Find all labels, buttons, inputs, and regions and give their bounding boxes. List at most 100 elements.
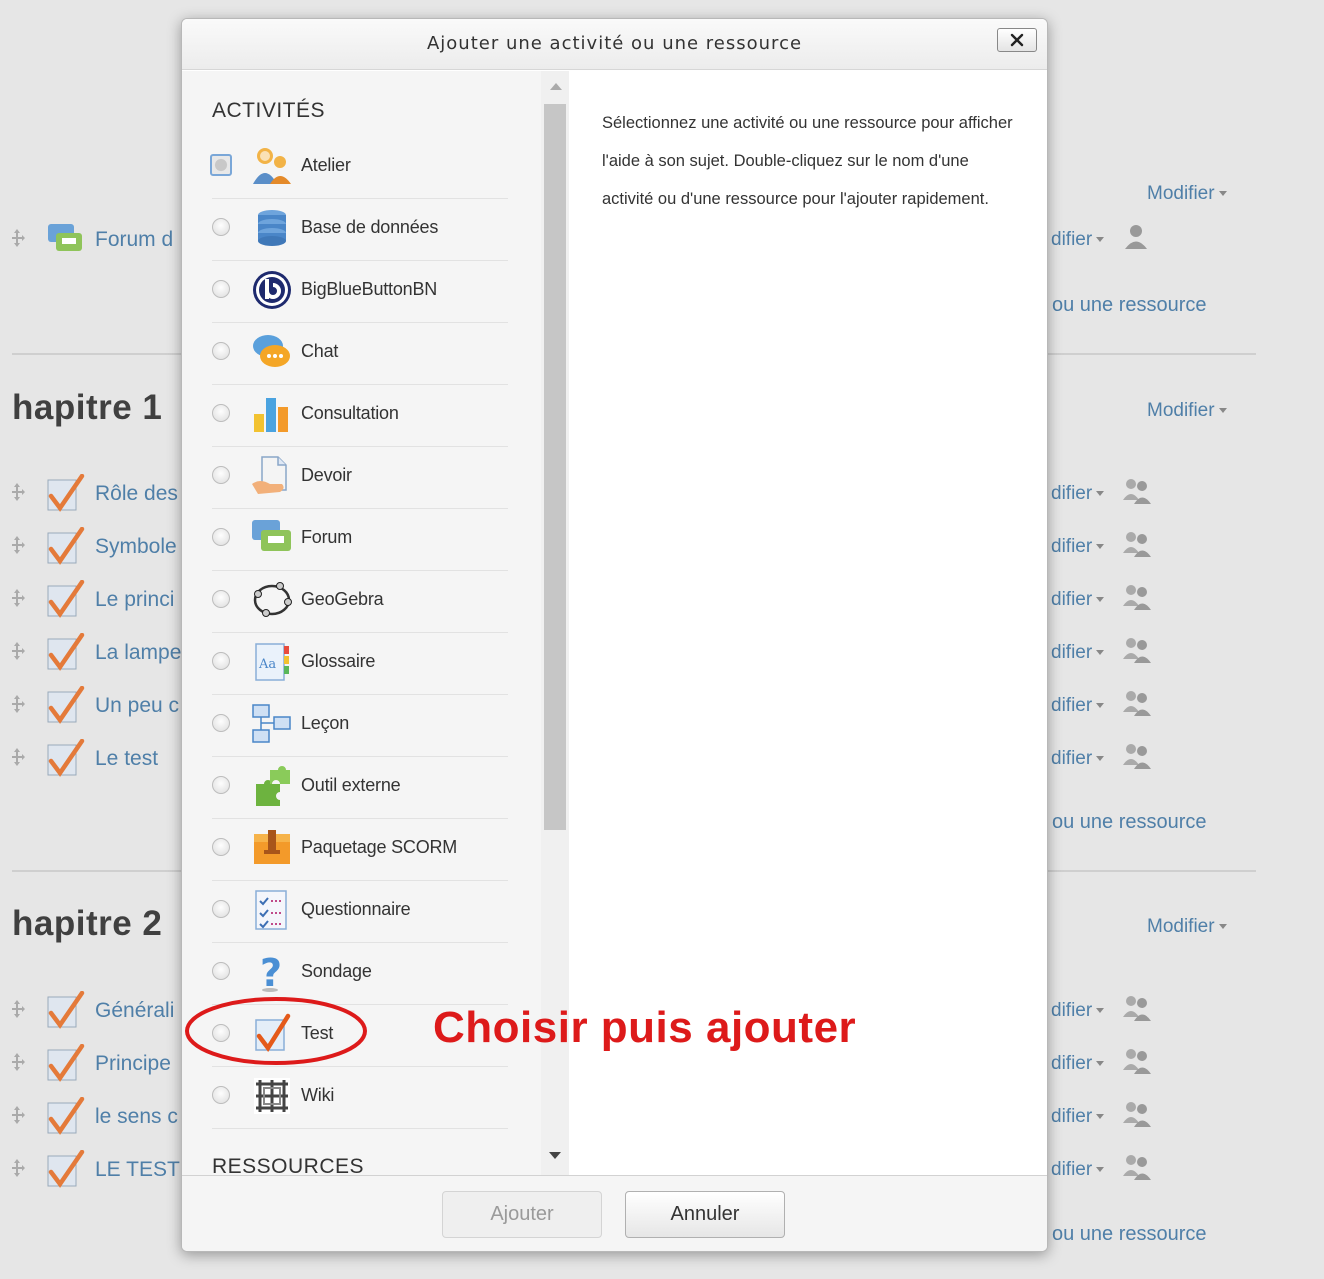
activity-link[interactable]: Le princi [95, 588, 174, 612]
user-icon[interactable] [1122, 222, 1152, 252]
move-icon[interactable] [12, 1105, 26, 1125]
add-resource-link-0[interactable]: ou une ressource [1052, 294, 1207, 317]
activity-radio[interactable] [210, 154, 232, 176]
checkmark-icon [46, 1149, 86, 1190]
chart-icon [250, 392, 294, 436]
bigbluebutton-icon [250, 268, 294, 312]
activity-link[interactable]: Symbole [95, 535, 177, 559]
cancel-button[interactable]: Annuler [625, 1191, 785, 1238]
activity-option[interactable]: Base de données [212, 199, 508, 261]
activity-link[interactable]: Générali [95, 999, 174, 1023]
dialog-title: Ajouter une activité ou une ressource [426, 33, 803, 54]
scroll-thumb[interactable] [544, 104, 566, 830]
modifier-partial[interactable]: difier [1051, 589, 1105, 611]
checkmark-icon [46, 632, 86, 673]
activity-link[interactable]: Rôle des [95, 482, 178, 506]
modifier-partial[interactable]: difier [1051, 483, 1105, 505]
activity-radio[interactable] [212, 838, 230, 856]
activity-radio[interactable] [212, 652, 230, 670]
modifier-partial[interactable]: difier [1051, 1159, 1105, 1181]
group-mode-icon[interactable] [1122, 476, 1152, 506]
activity-link[interactable]: La lampe [95, 641, 181, 665]
activity-option[interactable]: Forum [212, 509, 508, 571]
move-icon[interactable] [12, 694, 26, 714]
activity-link[interactable]: le sens c [95, 1105, 178, 1129]
activity-option[interactable]: Devoir [212, 447, 508, 509]
move-icon[interactable] [12, 747, 26, 767]
group-mode-icon[interactable] [1122, 993, 1152, 1023]
glossary-icon: Aa [250, 640, 294, 684]
group-mode-icon[interactable] [1122, 1099, 1152, 1129]
modifier-menu-ch2[interactable]: Modifier [1147, 916, 1227, 938]
modifier-partial[interactable]: difier [1051, 642, 1105, 664]
activity-radio[interactable] [212, 404, 230, 422]
group-mode-icon[interactable] [1122, 741, 1152, 771]
activity-link[interactable]: LE TEST [95, 1158, 180, 1182]
add-resource-link-2[interactable]: ou une ressource [1052, 1223, 1207, 1246]
activity-link[interactable]: Principe [95, 1052, 171, 1076]
modifier-menu-intro[interactable]: Modifier [1147, 183, 1227, 205]
group-mode-icon[interactable] [1122, 582, 1152, 612]
scroll-up-arrow[interactable] [550, 83, 562, 90]
modifier-partial[interactable]: difier [1051, 695, 1105, 717]
activity-radio[interactable] [212, 1086, 230, 1104]
activity-radio[interactable] [212, 342, 230, 360]
group-mode-icon[interactable] [1122, 688, 1152, 718]
intro-activity-link[interactable]: Forum d [95, 228, 173, 252]
activity-radio[interactable] [212, 280, 230, 298]
move-icon[interactable] [12, 1158, 26, 1178]
activity-radio[interactable] [212, 962, 230, 980]
activity-option[interactable]: GeoGebra [212, 571, 508, 633]
activity-radio[interactable] [212, 218, 230, 236]
modifier-partial[interactable]: difier [1051, 536, 1105, 558]
scroll-down-arrow[interactable] [549, 1152, 561, 1159]
help-text: Sélectionnez une activité ou une ressour… [602, 114, 1013, 208]
move-icon[interactable] [12, 1052, 26, 1072]
move-icon[interactable] [12, 999, 26, 1019]
activity-radio[interactable] [212, 466, 230, 484]
activity-option[interactable]: Consultation [212, 385, 508, 447]
activity-option[interactable]: Leçon [212, 695, 508, 757]
group-mode-icon[interactable] [1122, 529, 1152, 559]
modifier-partial[interactable]: difier [1051, 1053, 1105, 1075]
add-button[interactable]: Ajouter [442, 1191, 602, 1238]
add-resource-link-1[interactable]: ou une ressource [1052, 811, 1207, 834]
activity-label: Forum [301, 527, 353, 547]
activity-option[interactable]: BigBlueButtonBN [212, 261, 508, 323]
activity-radio[interactable] [212, 590, 230, 608]
close-button[interactable] [997, 28, 1037, 52]
activity-option[interactable]: Questionnaire [212, 881, 508, 943]
activity-option[interactable]: Atelier [210, 137, 508, 199]
modifier-menu-ch1[interactable]: Modifier [1147, 400, 1227, 422]
activity-label: Atelier [301, 155, 351, 175]
activity-option[interactable]: Chat [212, 323, 508, 385]
activity-radio[interactable] [212, 714, 230, 732]
modifier-partial[interactable]: difier [1051, 748, 1105, 770]
checkmark-icon [46, 685, 86, 726]
annotation-text: Choisir puis ajouter [433, 1003, 857, 1052]
activity-radio[interactable] [212, 900, 230, 918]
modifier-partial[interactable]: difier [1051, 1000, 1105, 1022]
checkmark-icon [46, 738, 86, 779]
move-icon[interactable] [12, 535, 26, 555]
dialog-footer: Ajouter Annuler [182, 1175, 1047, 1251]
move-icon[interactable] [12, 641, 26, 661]
group-mode-icon[interactable] [1122, 1046, 1152, 1076]
move-icon[interactable] [12, 482, 26, 502]
move-icon[interactable] [12, 588, 26, 608]
group-mode-icon[interactable] [1122, 635, 1152, 665]
modifier-partial[interactable]: difier [1051, 1106, 1105, 1128]
activity-radio[interactable] [212, 528, 230, 546]
activity-option[interactable]: Wiki [212, 1067, 508, 1129]
activity-radio[interactable] [212, 776, 230, 794]
activity-option[interactable]: Outil externe [212, 757, 508, 819]
checkmark-icon [46, 990, 86, 1031]
activity-option[interactable]: Paquetage SCORM [212, 819, 508, 881]
activity-link[interactable]: Un peu c [95, 694, 179, 718]
modifier-partial[interactable]: difier [1051, 229, 1105, 251]
activity-link[interactable]: Le test [95, 747, 158, 771]
group-mode-icon[interactable] [1122, 1152, 1152, 1182]
activity-option[interactable]: Aa Glossaire [212, 633, 508, 695]
move-icon[interactable] [12, 228, 26, 248]
close-icon [1010, 33, 1024, 47]
